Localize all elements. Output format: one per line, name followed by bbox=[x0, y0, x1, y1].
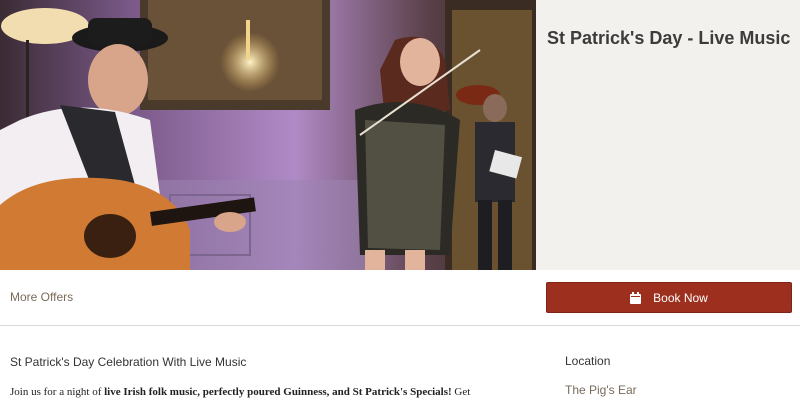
event-description: Join us for a night of live Irish folk m… bbox=[10, 386, 530, 398]
description-start: Join us for a night of bbox=[10, 386, 105, 398]
intro-heading: St Patrick's Day Celebration With Live M… bbox=[10, 355, 247, 369]
book-now-label: Book Now bbox=[653, 290, 708, 305]
more-offers-link[interactable]: More Offers bbox=[10, 290, 73, 304]
event-hero-photo bbox=[0, 0, 536, 270]
description-highlight: live Irish folk music, perfectly poured … bbox=[104, 386, 452, 398]
hero-illustration bbox=[0, 0, 536, 270]
book-now-button[interactable]: Book Now bbox=[546, 282, 792, 313]
event-details: St Patrick's Day Celebration With Live M… bbox=[0, 326, 800, 404]
event-title-panel: St Patrick's Day - Live Music bbox=[536, 0, 800, 270]
location-value: The Pig's Ear bbox=[565, 383, 637, 397]
location-label: Location bbox=[565, 354, 611, 368]
action-bar: More Offers Book Now bbox=[0, 270, 800, 326]
calendar-icon bbox=[630, 291, 642, 304]
event-title: St Patrick's Day - Live Music bbox=[547, 28, 791, 48]
description-end: Get bbox=[451, 386, 471, 398]
